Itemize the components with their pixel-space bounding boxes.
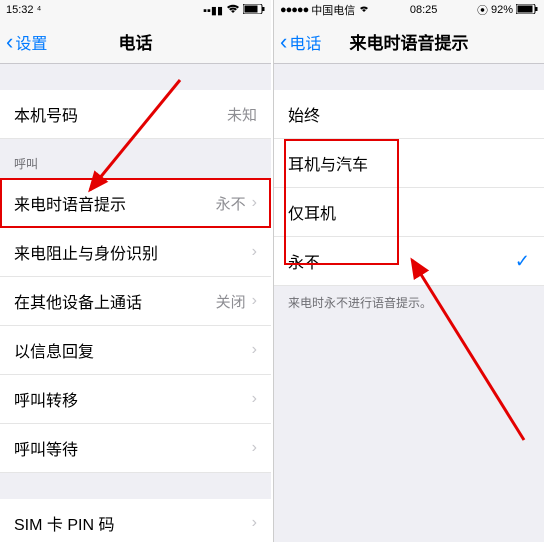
cell-label: 来电阻止与身份识别 xyxy=(14,240,158,264)
status-battery: ⦿ 92% xyxy=(477,2,538,18)
cell-label: 永不 xyxy=(288,249,320,273)
cell-label: 呼叫等待 xyxy=(14,436,78,460)
wifi-icon xyxy=(226,4,240,17)
status-indicators: ▪▪▮▮ xyxy=(203,4,265,17)
cell-announce-calls[interactable]: 来电时语音提示 永不 › xyxy=(0,178,271,228)
chevron-right-icon: › xyxy=(252,341,257,359)
cell-always[interactable]: 始终 xyxy=(274,90,544,139)
wifi-icon xyxy=(358,4,370,16)
nav-bar: ‹ 设置 电话 xyxy=(0,20,271,64)
status-time: 15:32 ⁴ xyxy=(6,4,41,16)
chevron-right-icon: › xyxy=(252,243,257,261)
chevron-right-icon: › xyxy=(252,390,257,408)
battery-percent: 92% xyxy=(491,4,513,16)
carrier-label: 中国电信 xyxy=(311,2,355,18)
back-button[interactable]: ‹ 设置 xyxy=(0,30,47,54)
nav-title: 来电时语音提示 xyxy=(350,29,469,54)
charging-icon: ⦿ xyxy=(477,2,488,18)
checkmark-icon: ✓ xyxy=(515,251,530,272)
footer-description: 来电时永不进行语音提示。 xyxy=(274,286,544,319)
chevron-right-icon: › xyxy=(252,514,257,532)
phone-announce-screen: ●●●●● ••••• 中国电信 中国电信 08:25 ⦿ 92% ‹ 电话 来… xyxy=(273,0,544,542)
cell-value: 永不 xyxy=(216,193,246,214)
cell-label: 在其他设备上通话 xyxy=(14,289,142,313)
cell-value: 未知 xyxy=(227,104,257,125)
chevron-right-icon: › xyxy=(252,439,257,457)
cell-label: 以信息回复 xyxy=(14,338,94,362)
cell-call-blocking[interactable]: 来电阻止与身份识别 › xyxy=(0,228,271,277)
battery-icon xyxy=(516,4,538,17)
signal-dots-icon: ●●●●● xyxy=(280,4,308,16)
cell-label: 来电时语音提示 xyxy=(14,191,126,215)
back-label: 电话 xyxy=(289,30,321,54)
chevron-right-icon: › xyxy=(252,194,257,212)
chevron-left-icon: ‹ xyxy=(6,31,13,53)
cell-call-forwarding[interactable]: 呼叫转移 › xyxy=(0,375,271,424)
status-time: 08:25 xyxy=(410,4,438,16)
cell-label: 本机号码 xyxy=(14,102,78,126)
cell-sim-pin[interactable]: SIM 卡 PIN 码 › xyxy=(0,499,271,542)
cell-label: 耳机与汽车 xyxy=(288,151,368,175)
nav-title: 电话 xyxy=(119,29,153,54)
cell-text-reply[interactable]: 以信息回复 › xyxy=(0,326,271,375)
section-header-calls: 呼叫 xyxy=(0,139,271,178)
chevron-left-icon: ‹ xyxy=(280,31,287,53)
phone-settings-screen: 15:32 ⁴ ▪▪▮▮ ‹ 设置 电话 本机号码 未知 呼叫 来电时语音提示 … xyxy=(0,0,271,542)
status-bar: ●●●●● ••••• 中国电信 中国电信 08:25 ⦿ 92% xyxy=(274,0,544,20)
back-button[interactable]: ‹ 电话 xyxy=(274,30,321,54)
status-carrier: ●●●●● ••••• 中国电信 中国电信 xyxy=(280,2,370,18)
cell-label: SIM 卡 PIN 码 xyxy=(14,511,114,535)
cell-label: 始终 xyxy=(288,102,320,126)
cell-label: 仅耳机 xyxy=(288,200,336,224)
cell-headphones-only[interactable]: 仅耳机 xyxy=(274,188,544,237)
battery-icon xyxy=(243,4,265,17)
cell-label: 呼叫转移 xyxy=(14,387,78,411)
back-label: 设置 xyxy=(15,30,47,54)
cell-headphones-car[interactable]: 耳机与汽车 xyxy=(274,139,544,188)
cell-call-waiting[interactable]: 呼叫等待 › xyxy=(0,424,271,473)
cell-value: 关闭 xyxy=(216,291,246,312)
status-bar: 15:32 ⁴ ▪▪▮▮ xyxy=(0,0,271,20)
cell-other-devices[interactable]: 在其他设备上通话 关闭 › xyxy=(0,277,271,326)
cell-my-number[interactable]: 本机号码 未知 xyxy=(0,90,271,139)
nav-bar: ‹ 电话 来电时语音提示 xyxy=(274,20,544,64)
signal-icon: ▪▪▮▮ xyxy=(203,4,223,17)
cell-never[interactable]: 永不 ✓ xyxy=(274,237,544,286)
chevron-right-icon: › xyxy=(252,292,257,310)
